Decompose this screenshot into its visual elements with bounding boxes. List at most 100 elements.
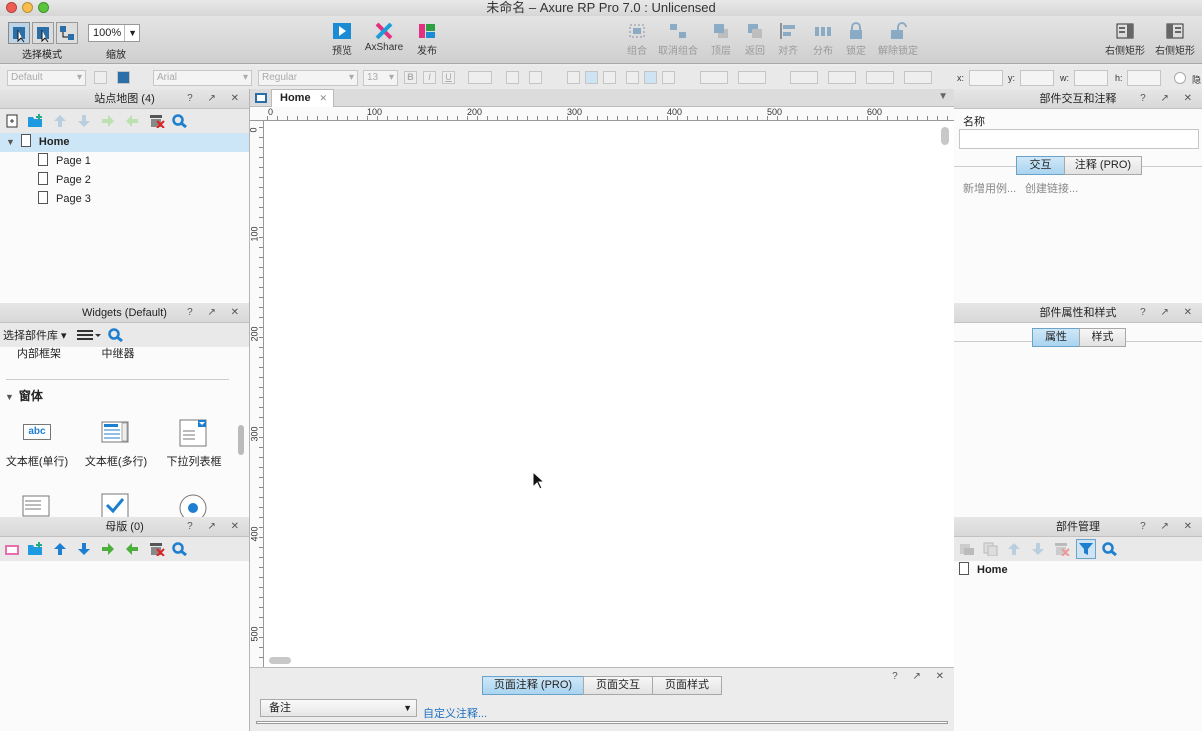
arrow-style-button[interactable] — [904, 71, 932, 84]
text-direction-button[interactable] — [529, 71, 542, 84]
minimize-window-button[interactable] — [22, 2, 33, 13]
zoom-select[interactable]: 100% ▼ — [88, 24, 140, 42]
search-icon[interactable] — [108, 328, 124, 342]
lock-button[interactable]: 锁定 — [843, 22, 869, 57]
widgets-scrollbar[interactable] — [238, 425, 244, 455]
style-edit-icon[interactable] — [117, 71, 130, 84]
format-painter-icon[interactable] — [94, 71, 107, 84]
select-contain-button[interactable] — [32, 22, 54, 44]
add-folder-icon[interactable] — [27, 542, 43, 556]
tree-item-page[interactable]: Page 1 — [0, 152, 91, 171]
tab-home[interactable]: Home ✕ — [271, 89, 334, 107]
horizontal-scrollbar[interactable] — [269, 657, 291, 664]
line-color-button[interactable] — [790, 71, 818, 84]
widget-name-input[interactable] — [959, 129, 1199, 149]
move-down-icon[interactable] — [77, 542, 91, 556]
delete-state-icon[interactable] — [1054, 542, 1070, 556]
text-color-button[interactable] — [468, 71, 492, 84]
bring-to-front-button[interactable]: 顶层 — [708, 22, 734, 57]
italic-button[interactable]: I — [423, 71, 436, 84]
tab-properties[interactable]: 属性 — [1032, 328, 1080, 347]
move-down-icon[interactable] — [77, 114, 91, 128]
outdent-icon[interactable] — [125, 114, 139, 128]
tree-item-page[interactable]: Page 2 — [0, 171, 91, 190]
size-select[interactable]: 13 — [363, 70, 398, 86]
move-up-icon[interactable] — [53, 542, 67, 556]
delete-master-icon[interactable] — [149, 542, 165, 556]
right-rect-button-1[interactable]: 右侧矩形 — [1103, 22, 1147, 57]
add-master-icon[interactable] — [4, 542, 20, 556]
bullet-list-button[interactable] — [506, 71, 519, 84]
panel-controls[interactable]: ? ↗ ✕ — [892, 670, 950, 684]
valign-bottom-button[interactable] — [662, 71, 675, 84]
tab-page-style[interactable]: 页面样式 — [652, 676, 722, 695]
weight-select[interactable]: Regular — [258, 70, 358, 86]
section-form[interactable]: ▼ 窗体 — [5, 387, 43, 404]
checkbox-icon[interactable] — [101, 493, 129, 517]
font-select[interactable]: Arial — [153, 70, 252, 86]
panel-controls[interactable]: ? ↗ ✕ — [1140, 517, 1198, 537]
manager-item-home[interactable]: Home — [954, 561, 1008, 580]
textarea-icon[interactable] — [101, 421, 129, 443]
valign-top-button[interactable] — [626, 71, 639, 84]
create-link-link[interactable]: 创建链接... — [1025, 180, 1078, 196]
custom-notes-link[interactable]: 自定义注释... — [423, 705, 487, 721]
tab-page-notes[interactable]: 页面注释 (PRO) — [482, 676, 584, 695]
align-left-button[interactable] — [567, 71, 580, 84]
search-icon[interactable] — [172, 542, 188, 556]
tree-item-page[interactable]: Page 3 — [0, 190, 91, 209]
bold-button[interactable]: B — [404, 71, 417, 84]
send-back-button[interactable]: 返回 — [742, 22, 768, 57]
panel-controls[interactable]: ? ↗ ✕ — [187, 89, 245, 109]
textfield-single-icon[interactable]: abc — [23, 424, 51, 440]
fill-color-button[interactable] — [700, 71, 728, 84]
move-up-icon[interactable] — [1007, 542, 1021, 556]
x-input[interactable] — [969, 70, 1003, 86]
line-style-button[interactable] — [866, 71, 894, 84]
search-icon[interactable] — [172, 114, 188, 128]
distribute-button[interactable]: 分布 — [810, 22, 836, 57]
add-state-icon[interactable] — [959, 542, 975, 556]
outdent-icon[interactable] — [125, 542, 139, 556]
panel-controls[interactable]: ? ↗ ✕ — [1140, 89, 1198, 109]
notes-select[interactable]: 备注 ▼ — [260, 699, 417, 717]
preview-button[interactable]: 预览 — [328, 22, 356, 57]
design-canvas[interactable] — [264, 121, 954, 667]
add-page-icon[interactable] — [5, 114, 19, 128]
select-intersect-button[interactable] — [8, 22, 30, 44]
align-button[interactable]: 对齐 — [775, 22, 801, 57]
radio-button-icon[interactable] — [178, 493, 208, 517]
panel-controls[interactable]: ? ↗ ✕ — [1140, 303, 1198, 323]
y-input[interactable] — [1020, 70, 1054, 86]
tab-interactions[interactable]: 交互 — [1016, 156, 1065, 175]
valign-middle-button[interactable] — [644, 71, 657, 84]
style-select[interactable]: Default — [7, 70, 86, 86]
indent-icon[interactable] — [101, 542, 115, 556]
close-icon[interactable]: ✕ — [319, 90, 327, 107]
panel-controls[interactable]: ? ↗ ✕ — [187, 303, 245, 323]
line-width-button[interactable] — [828, 71, 856, 84]
axshare-button[interactable]: AxShare — [362, 22, 406, 53]
right-rect-button-2[interactable]: 右侧矩形 — [1153, 22, 1197, 57]
h-input[interactable] — [1127, 70, 1161, 86]
tab-style[interactable]: 样式 — [1079, 328, 1126, 347]
duplicate-icon[interactable] — [983, 542, 999, 556]
expand-triangle-icon[interactable]: ▼ — [6, 137, 15, 147]
publish-button[interactable]: 发布 — [413, 22, 441, 57]
close-window-button[interactable] — [6, 2, 17, 13]
ungroup-button[interactable]: 取消组合 — [657, 22, 699, 57]
new-case-link[interactable]: 新增用例... — [963, 180, 1016, 196]
hidden-checkbox[interactable] — [1174, 72, 1186, 84]
tab-notes-pro[interactable]: 注释 (PRO) — [1064, 156, 1142, 175]
tab-page-interactions[interactable]: 页面交互 — [583, 676, 653, 695]
filter-button[interactable] — [1076, 539, 1096, 559]
move-up-icon[interactable] — [53, 114, 67, 128]
vertical-scrollbar[interactable] — [941, 127, 949, 145]
align-center-button[interactable] — [585, 71, 598, 84]
unlock-button[interactable]: 解除锁定 — [876, 22, 920, 57]
delete-page-icon[interactable] — [149, 114, 165, 128]
search-icon[interactable] — [1102, 542, 1118, 556]
move-down-icon[interactable] — [1031, 542, 1045, 556]
dropdown-icon[interactable] — [179, 419, 207, 447]
panel-controls[interactable]: ? ↗ ✕ — [187, 517, 245, 537]
